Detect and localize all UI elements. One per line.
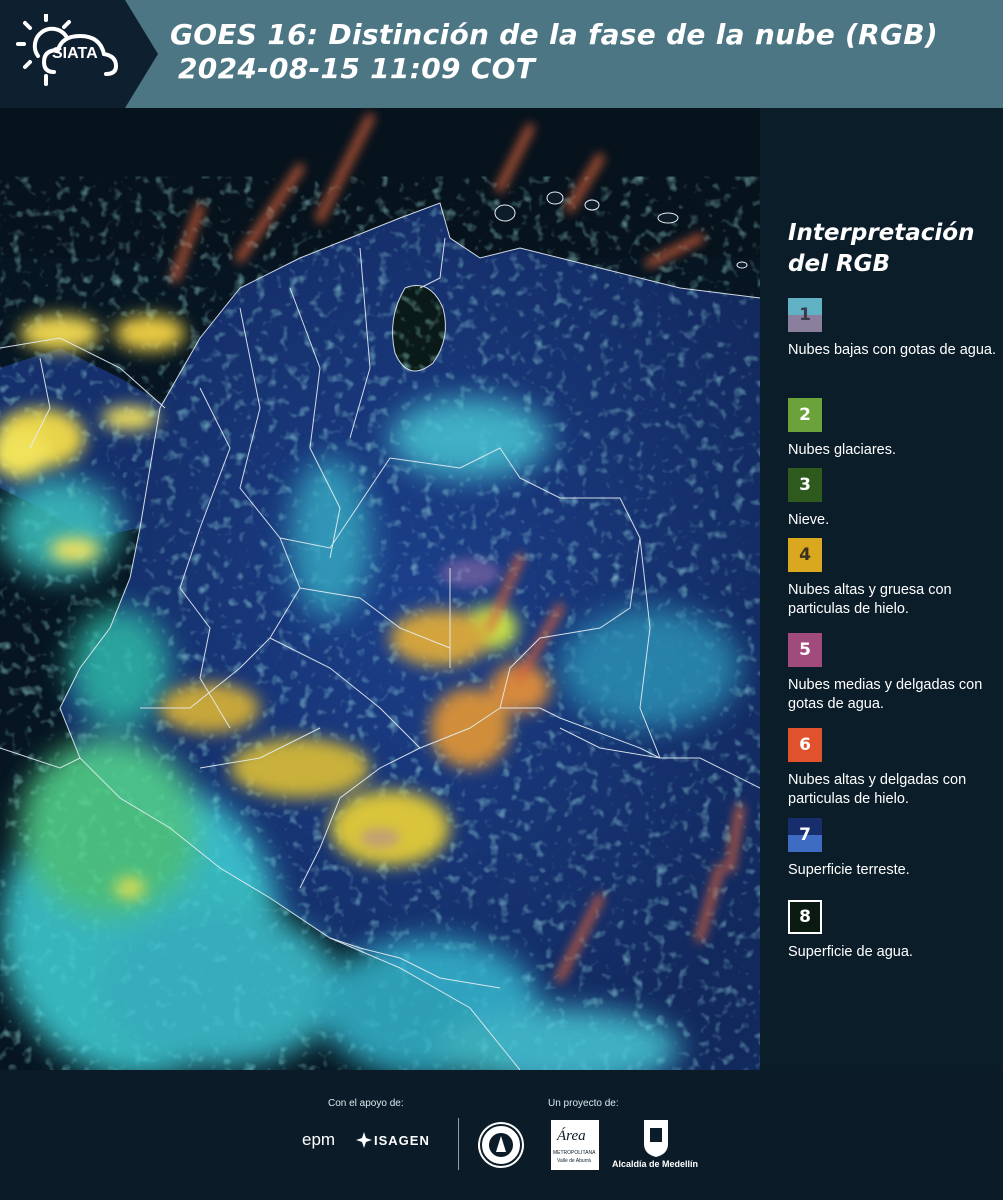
legend-number: 4 — [799, 545, 811, 565]
legend-swatch: 8 — [788, 900, 822, 934]
siata-logo: SIATA — [16, 12, 126, 94]
epm-logo: epm — [302, 1130, 336, 1149]
footer: Con el apoyo de: Un proyecto de: epm ISA… — [0, 1070, 1003, 1200]
area-logo-title: Área — [557, 1128, 586, 1144]
title-line-1: GOES 16: Distinción de la fase de la nub… — [170, 18, 939, 51]
legend-item-8: 8 Superficie de agua. — [788, 900, 998, 962]
legend-number: 1 — [799, 305, 811, 325]
legend-number: 7 — [799, 825, 811, 845]
legend-label: Superficie de agua. — [788, 944, 913, 960]
legend-label: Nieve. — [788, 512, 830, 528]
legend-number: 3 — [799, 475, 811, 495]
legend-number: 5 — [799, 640, 811, 660]
support-label: Con el apoyo de: — [328, 1098, 404, 1109]
legend-label: Nubes bajas con gotas de agua. — [788, 342, 996, 358]
title-line-2: 2024-08-15 11:09 COT — [178, 52, 536, 85]
legend-swatch: 4 — [788, 538, 822, 572]
legend-title-line-1: Interpretación — [788, 220, 975, 246]
area-logo-sub2: Valle de Aburrá — [557, 1158, 591, 1164]
legend-item-4: 4 Nubes altas y gruesa con particulas de … — [788, 538, 998, 619]
legend-swatch: 3 — [788, 468, 822, 502]
area-metropolitana-logo: Área METROPOLITANA Valle de Aburrá — [551, 1120, 599, 1170]
seal-logo — [478, 1122, 524, 1168]
legend-swatch: 5 — [788, 633, 822, 667]
legend-item-7: 7 Superficie terreste. — [788, 818, 998, 880]
isagen-icon — [356, 1132, 372, 1148]
header-bar: SIATA GOES 16: Distinción de la fase de … — [0, 0, 1003, 108]
legend-label: Nubes medias y delgadas con gotas de agu… — [788, 677, 983, 712]
area-logo-sub1: METROPOLITANA — [553, 1150, 596, 1156]
legend-label: Superficie terreste. — [788, 862, 910, 878]
satellite-image — [0, 108, 760, 1070]
siata-logo-text: SIATA — [52, 45, 98, 62]
isagen-logo: ISAGEN — [374, 1133, 430, 1148]
legend-swatch: 6 — [788, 728, 822, 762]
legend-label: Nubes altas y delgadas con particulas de… — [788, 772, 967, 807]
footer-divider — [458, 1118, 459, 1170]
legend-title-line-2: del RGB — [788, 251, 891, 277]
legend-number: 6 — [799, 735, 811, 755]
page-title: GOES 16: Distinción de la fase de la nub… — [170, 18, 938, 86]
legend-title: Interpretación del RGB — [788, 218, 974, 280]
legend-label: Nubes altas y gruesa con particulas de h… — [788, 582, 952, 617]
legend-item-5: 5 Nubes medias y delgadas con gotas de ag… — [788, 633, 998, 714]
rgb-composite-map — [0, 108, 760, 1070]
project-label: Un proyecto de: — [548, 1098, 619, 1109]
legend-item-2: 2 Nubes glaciares. — [788, 398, 998, 460]
legend-number: 8 — [799, 907, 811, 927]
legend-item-6: 6 Nubes altas y delgadas con particulas d… — [788, 728, 998, 809]
legend-swatch: 2 — [788, 398, 822, 432]
legend-item-1: 1 Nubes bajas con gotas de agua. — [788, 298, 998, 360]
alcaldia-shield-icon — [642, 1118, 670, 1158]
legend-label: Nubes glaciares. — [788, 442, 896, 458]
legend-item-3: 3 Nieve. — [788, 468, 998, 530]
legend-number: 2 — [799, 405, 811, 425]
legend-panel: Interpretación del RGB 1 Nubes bajas con … — [760, 108, 1003, 1070]
legend-swatch: 1 — [788, 298, 822, 332]
alcaldia-label: Alcaldía de Medellín — [612, 1159, 699, 1169]
legend-swatch: 7 — [788, 818, 822, 852]
